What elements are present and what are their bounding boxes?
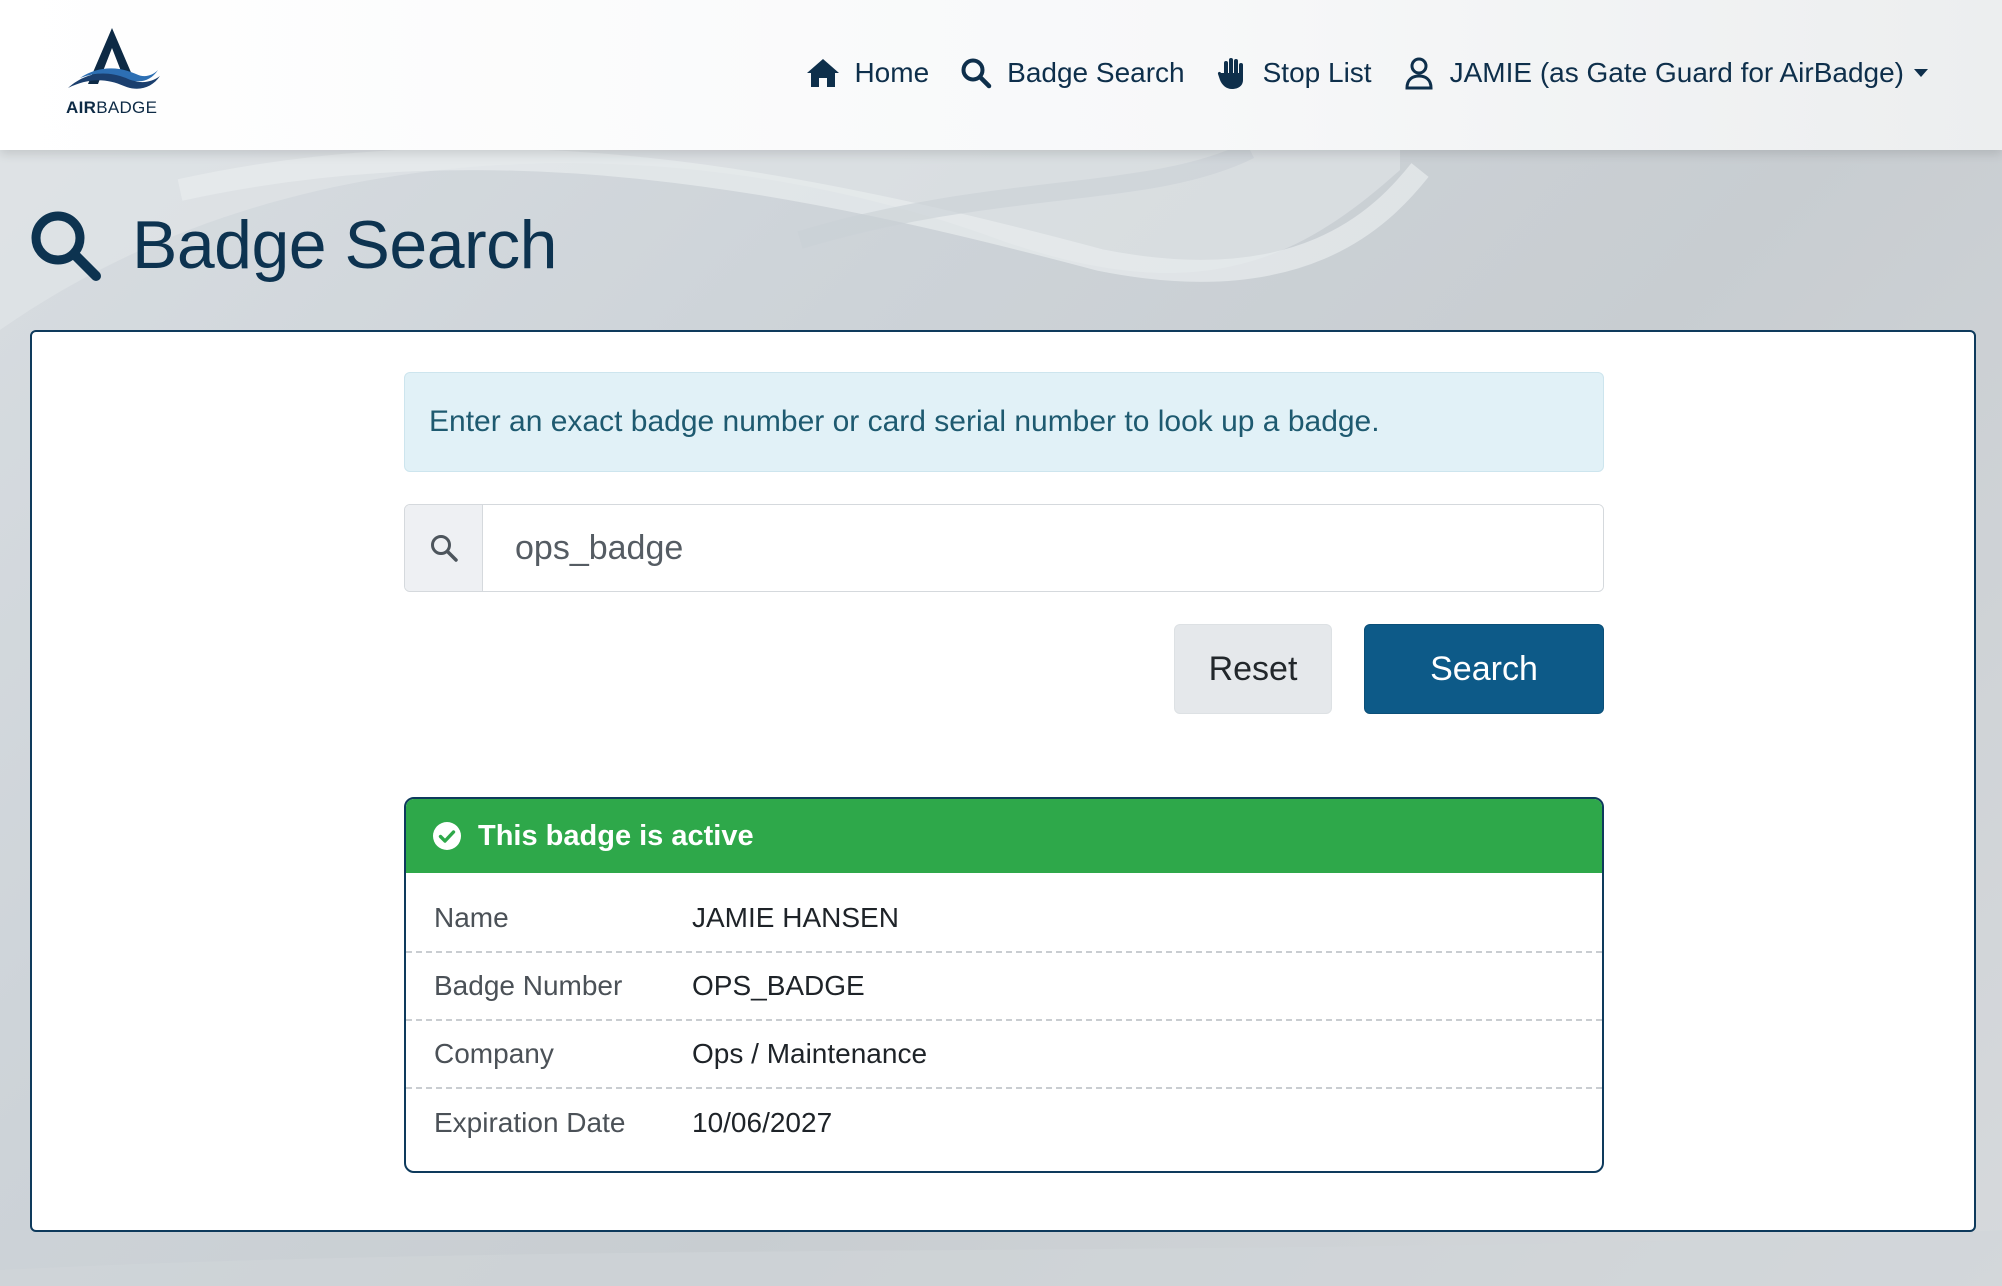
nav-menu: Home Badge Search Stop List JAMIE (as Ga…: [776, 50, 1928, 96]
airbadge-wordmark: AIRBADGE: [66, 98, 158, 117]
airbadge-logo[interactable]: AIRBADGE: [62, 26, 162, 122]
detail-value: Ops / Maintenance: [692, 1038, 928, 1069]
home-icon: [806, 56, 840, 90]
nav-stop-list-label: Stop List: [1262, 57, 1372, 88]
badge-result-card: This badge is active Name JAMIE HANSEN B…: [404, 797, 1604, 1173]
detail-label: Badge Number: [434, 970, 623, 1001]
detail-row-company: Company Ops / Maintenance: [406, 1021, 1602, 1089]
form-actions: Reset Search: [404, 624, 1604, 714]
page-header: Badge Search: [28, 200, 557, 290]
search-icon: [430, 535, 458, 562]
chevron-down-icon: [1914, 69, 1928, 77]
nav-home[interactable]: Home: [806, 56, 929, 90]
reset-button[interactable]: Reset: [1174, 624, 1332, 714]
nav-user-menu[interactable]: JAMIE (as Gate Guard for AirBadge): [1402, 56, 1928, 90]
user-icon: [1402, 56, 1436, 90]
detail-value: OPS_BADGE: [692, 970, 865, 1001]
info-alert: Enter an exact badge number or card seri…: [404, 372, 1604, 472]
detail-label: Company: [434, 1038, 554, 1069]
page-title: Badge Search: [132, 207, 557, 283]
detail-value: 10/06/2027: [692, 1107, 833, 1138]
detail-label: Expiration Date: [434, 1107, 626, 1138]
detail-row-expiration-date: Expiration Date 10/06/2027: [406, 1089, 1602, 1157]
search-addon: [405, 505, 483, 591]
airbadge-logo-mark: [68, 28, 160, 89]
nav-badge-search-label: Badge Search: [1007, 57, 1185, 88]
check-circle-icon: [433, 822, 461, 850]
nav-home-label: Home: [854, 57, 930, 88]
badge-status-text: This badge is active: [478, 819, 754, 852]
nav-user-label: JAMIE (as Gate Guard for AirBadge): [1449, 57, 1904, 88]
badge-search-input[interactable]: [483, 505, 1603, 591]
hand-stop-icon: [1215, 56, 1249, 90]
badge-status-header: This badge is active: [406, 799, 1602, 873]
detail-row-badge-number: Badge Number OPS_BADGE: [406, 953, 1602, 1021]
search-icon: [31, 211, 101, 281]
top-navbar: AIRBADGE Home Badge Search Stop List JAM…: [0, 0, 2002, 150]
page: AIRBADGE Home Badge Search Stop List JAM…: [0, 0, 2002, 1286]
nav-stop-list[interactable]: Stop List: [1215, 56, 1372, 90]
search-icon: [959, 56, 993, 90]
nav-badge-search[interactable]: Badge Search: [959, 56, 1185, 90]
detail-value: JAMIE HANSEN: [692, 902, 899, 933]
badge-search-card: Enter an exact badge number or card seri…: [30, 330, 1976, 1232]
search-button[interactable]: Search: [1364, 624, 1604, 714]
search-input-group: [404, 504, 1604, 592]
search-form: Enter an exact badge number or card seri…: [404, 372, 1604, 1173]
info-alert-text: Enter an exact badge number or card seri…: [429, 405, 1380, 438]
detail-row-name: Name JAMIE HANSEN: [406, 885, 1602, 953]
detail-label: Name: [434, 902, 509, 933]
badge-details: Name JAMIE HANSEN Badge Number OPS_BADGE…: [406, 873, 1602, 1171]
